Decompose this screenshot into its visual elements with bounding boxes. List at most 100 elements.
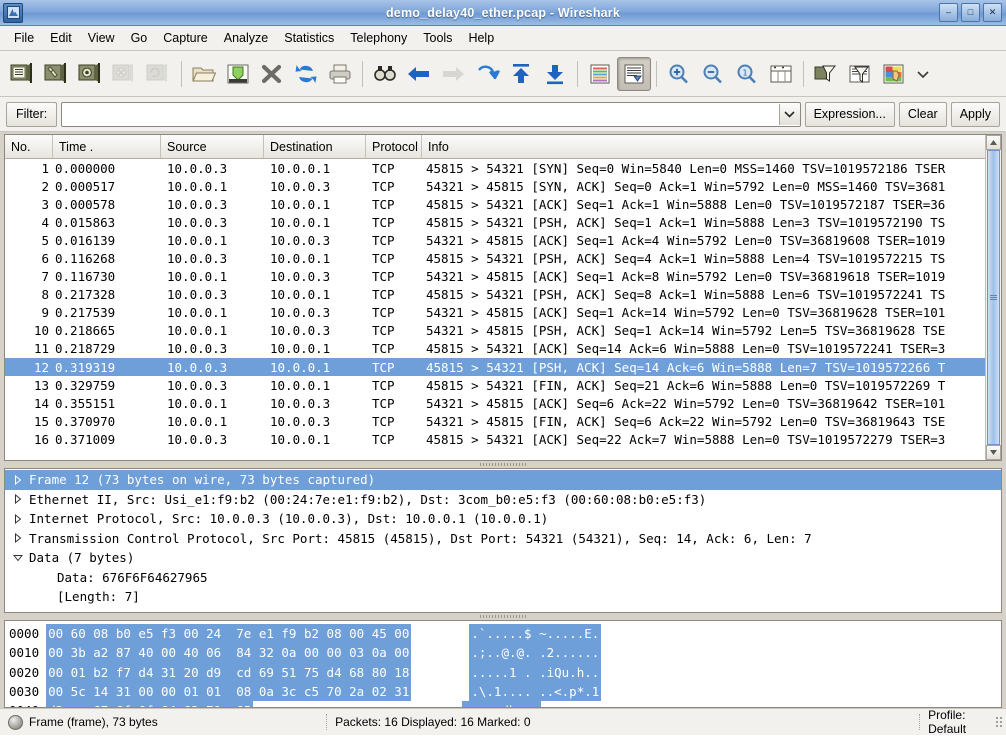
twisty-collapsed-icon[interactable] [11,513,25,524]
table-row[interactable]: 16 0.371009 10.0.0.3 10.0.0.1 TCP 45815 > 543… [5,430,1001,448]
zoom-reset-icon[interactable]: 1 [730,57,764,91]
column-header-destination[interactable]: Destination [264,135,366,158]
table-row[interactable]: 11 0.218729 10.0.0.3 10.0.0.1 TCP 45815 > 543… [5,340,1001,358]
stop-capture-icon[interactable] [108,57,142,91]
menu-edit[interactable]: Edit [42,28,80,48]
find-packet-icon[interactable] [368,57,402,91]
resize-grip-icon[interactable] [995,716,1004,728]
packet-list-body[interactable]: 1 0.000000 10.0.0.3 10.0.0.1 TCP 45815 > 5432… [5,159,1001,460]
table-row[interactable]: 2 0.000517 10.0.0.1 10.0.0.3 TCP 54321 > 4581… [5,177,1001,195]
table-row[interactable]: 10 0.218665 10.0.0.1 10.0.0.3 TCP 54321 > 458… [5,322,1001,340]
scroll-up-icon[interactable] [986,135,1001,150]
zoom-out-icon[interactable] [696,57,730,91]
go-first-packet-icon[interactable] [504,57,538,91]
menu-statistics[interactable]: Statistics [276,28,342,48]
clear-button[interactable]: Clear [898,101,947,127]
reload-icon[interactable] [289,57,323,91]
maximize-button[interactable]: □ [961,3,980,22]
menu-file[interactable]: File [6,28,42,48]
pane-splitter-top[interactable] [4,461,1002,468]
packet-list-scrollbar[interactable] [985,135,1001,460]
detail-tree-row[interactable]: [Length: 7] [5,587,1001,607]
minimize-button[interactable]: – [939,3,958,22]
restart-capture-icon[interactable] [142,57,176,91]
apply-button[interactable]: Apply [950,101,1000,127]
scroll-down-icon[interactable] [986,445,1001,460]
twisty-collapsed-icon[interactable] [11,494,25,505]
table-row[interactable]: 1 0.000000 10.0.0.3 10.0.0.1 TCP 45815 > 5432… [5,159,1001,177]
detail-tree-row[interactable]: Transmission Control Protocol, Src Port:… [5,529,1001,549]
start-capture-icon[interactable] [74,57,108,91]
table-row[interactable]: 14 0.355151 10.0.0.1 10.0.0.3 TCP 54321 > 458… [5,394,1001,412]
status-right-section[interactable]: Profile: Default [920,708,995,736]
table-row[interactable]: 6 0.116268 10.0.0.3 10.0.0.1 TCP 45815 > 5432… [5,249,1001,267]
filter-label-button[interactable]: Filter: [6,101,58,127]
twisty-expanded-icon[interactable] [11,554,25,562]
auto-scroll-icon[interactable] [617,56,651,91]
print-icon[interactable] [323,57,357,91]
chevron-down-icon[interactable] [778,103,800,125]
detail-tree-row[interactable]: Frame 12 (73 bytes on wire, 73 bytes cap… [5,470,1001,490]
table-row[interactable]: 4 0.015863 10.0.0.3 10.0.0.1 TCP 45815 > 5432… [5,213,1001,231]
twisty-collapsed-icon[interactable] [11,533,25,544]
capture-filters-icon[interactable] [809,57,843,91]
table-row[interactable]: 3 0.000578 10.0.0.3 10.0.0.1 TCP 45815 > 5432… [5,195,1001,213]
interfaces-icon[interactable] [6,57,40,91]
menu-go[interactable]: Go [123,28,156,48]
hex-dump-row[interactable]: 0010 00 3b a2 87 40 00 40 06 84 32 0a 00 … [9,643,1001,663]
menu-capture[interactable]: Capture [155,28,215,48]
expression-button[interactable]: Expression... [804,101,895,127]
filter-input[interactable] [62,102,779,126]
detail-tree-row[interactable]: Ethernet II, Src: Usi_e1:f9:b2 (00:24:7e… [5,490,1001,510]
table-row[interactable]: 15 0.370970 10.0.0.1 10.0.0.3 TCP 54321 > 458… [5,412,1001,430]
column-header-info[interactable]: Info [422,135,1001,158]
hex-dump-row[interactable]: 0040d2 ac 67 6f 6f 64 62 79 65 ..goodby e [9,701,1001,707]
table-row[interactable]: 12 0.319319 10.0.0.3 10.0.0.1 TCP 45815 > 543… [5,358,1001,377]
hex-dump-row[interactable]: 0020 00 01 b2 f7 d4 31 20 d9 cd 69 51 75 … [9,662,1001,682]
table-row[interactable]: 9 0.217539 10.0.0.1 10.0.0.3 TCP 54321 > 4581… [5,304,1001,322]
twisty-collapsed-icon[interactable] [11,474,25,485]
column-header-time[interactable]: Time . [53,135,161,158]
table-row[interactable]: 8 0.217328 10.0.0.3 10.0.0.1 TCP 45815 > 5432… [5,286,1001,304]
column-header-source[interactable]: Source [161,135,264,158]
column-header-no[interactable]: No. [5,135,53,158]
menu-view[interactable]: View [80,28,123,48]
hex-dump-row[interactable]: 0030 00 5c 14 31 00 00 01 01 08 0a 3c c5 … [9,681,1001,702]
detail-tree-row[interactable]: Internet Protocol, Src: 10.0.0.3 (10.0.0… [5,509,1001,529]
close-button[interactable]: ✕ [983,3,1002,22]
table-row[interactable]: 7 0.116730 10.0.0.1 10.0.0.3 TCP 54321 > 4581… [5,268,1001,286]
hex-offset: 0040 [9,701,46,707]
go-last-packet-icon[interactable] [538,57,572,91]
close-file-icon[interactable] [255,57,289,91]
go-to-packet-icon[interactable] [470,57,504,91]
scrollbar-track[interactable] [986,150,1001,445]
capture-options-icon[interactable] [40,57,74,91]
packet-detail-tree[interactable]: Frame 12 (73 bytes on wire, 73 bytes cap… [5,469,1001,607]
toolbar-overflow-icon[interactable] [911,57,935,91]
go-back-icon[interactable] [402,57,436,91]
coloring-rules-icon[interactable] [877,57,911,91]
table-row[interactable]: 5 0.016139 10.0.0.1 10.0.0.3 TCP 54321 > 4581… [5,231,1001,249]
zoom-in-icon[interactable] [662,57,696,91]
open-file-icon[interactable] [187,57,221,91]
colorize-icon[interactable] [583,57,617,91]
detail-tree-row[interactable]: Data: 676F6F64627965 [5,568,1001,588]
menu-tools[interactable]: Tools [415,28,460,48]
menu-help[interactable]: Help [460,28,502,48]
pane-splitter-bottom[interactable] [4,613,1002,620]
save-file-icon[interactable] [221,57,255,91]
column-header-protocol[interactable]: Protocol [366,135,422,158]
go-forward-icon[interactable] [436,57,470,91]
menu-analyze[interactable]: Analyze [216,28,276,48]
detail-tree-row[interactable]: Data (7 bytes) [5,548,1001,568]
table-row[interactable]: 13 0.329759 10.0.0.3 10.0.0.1 TCP 45815 > 543… [5,376,1001,394]
cell-no: 7 [41,269,49,285]
menu-telephony[interactable]: Telephony [342,28,415,48]
display-filters-icon[interactable] [843,57,877,91]
scrollbar-thumb[interactable] [987,150,1000,445]
hex-dump-row[interactable]: 0000 00 60 08 b0 e5 f3 00 24 7e e1 f9 b2 … [9,624,1001,644]
resize-columns-icon[interactable] [764,57,798,91]
expert-info-icon[interactable] [8,714,23,730]
hex-dump[interactable]: 0000 00 60 08 b0 e5 f3 00 24 7e e1 f9 b2 … [5,621,1001,707]
cell-src: 10.0.0.1 [167,269,228,285]
